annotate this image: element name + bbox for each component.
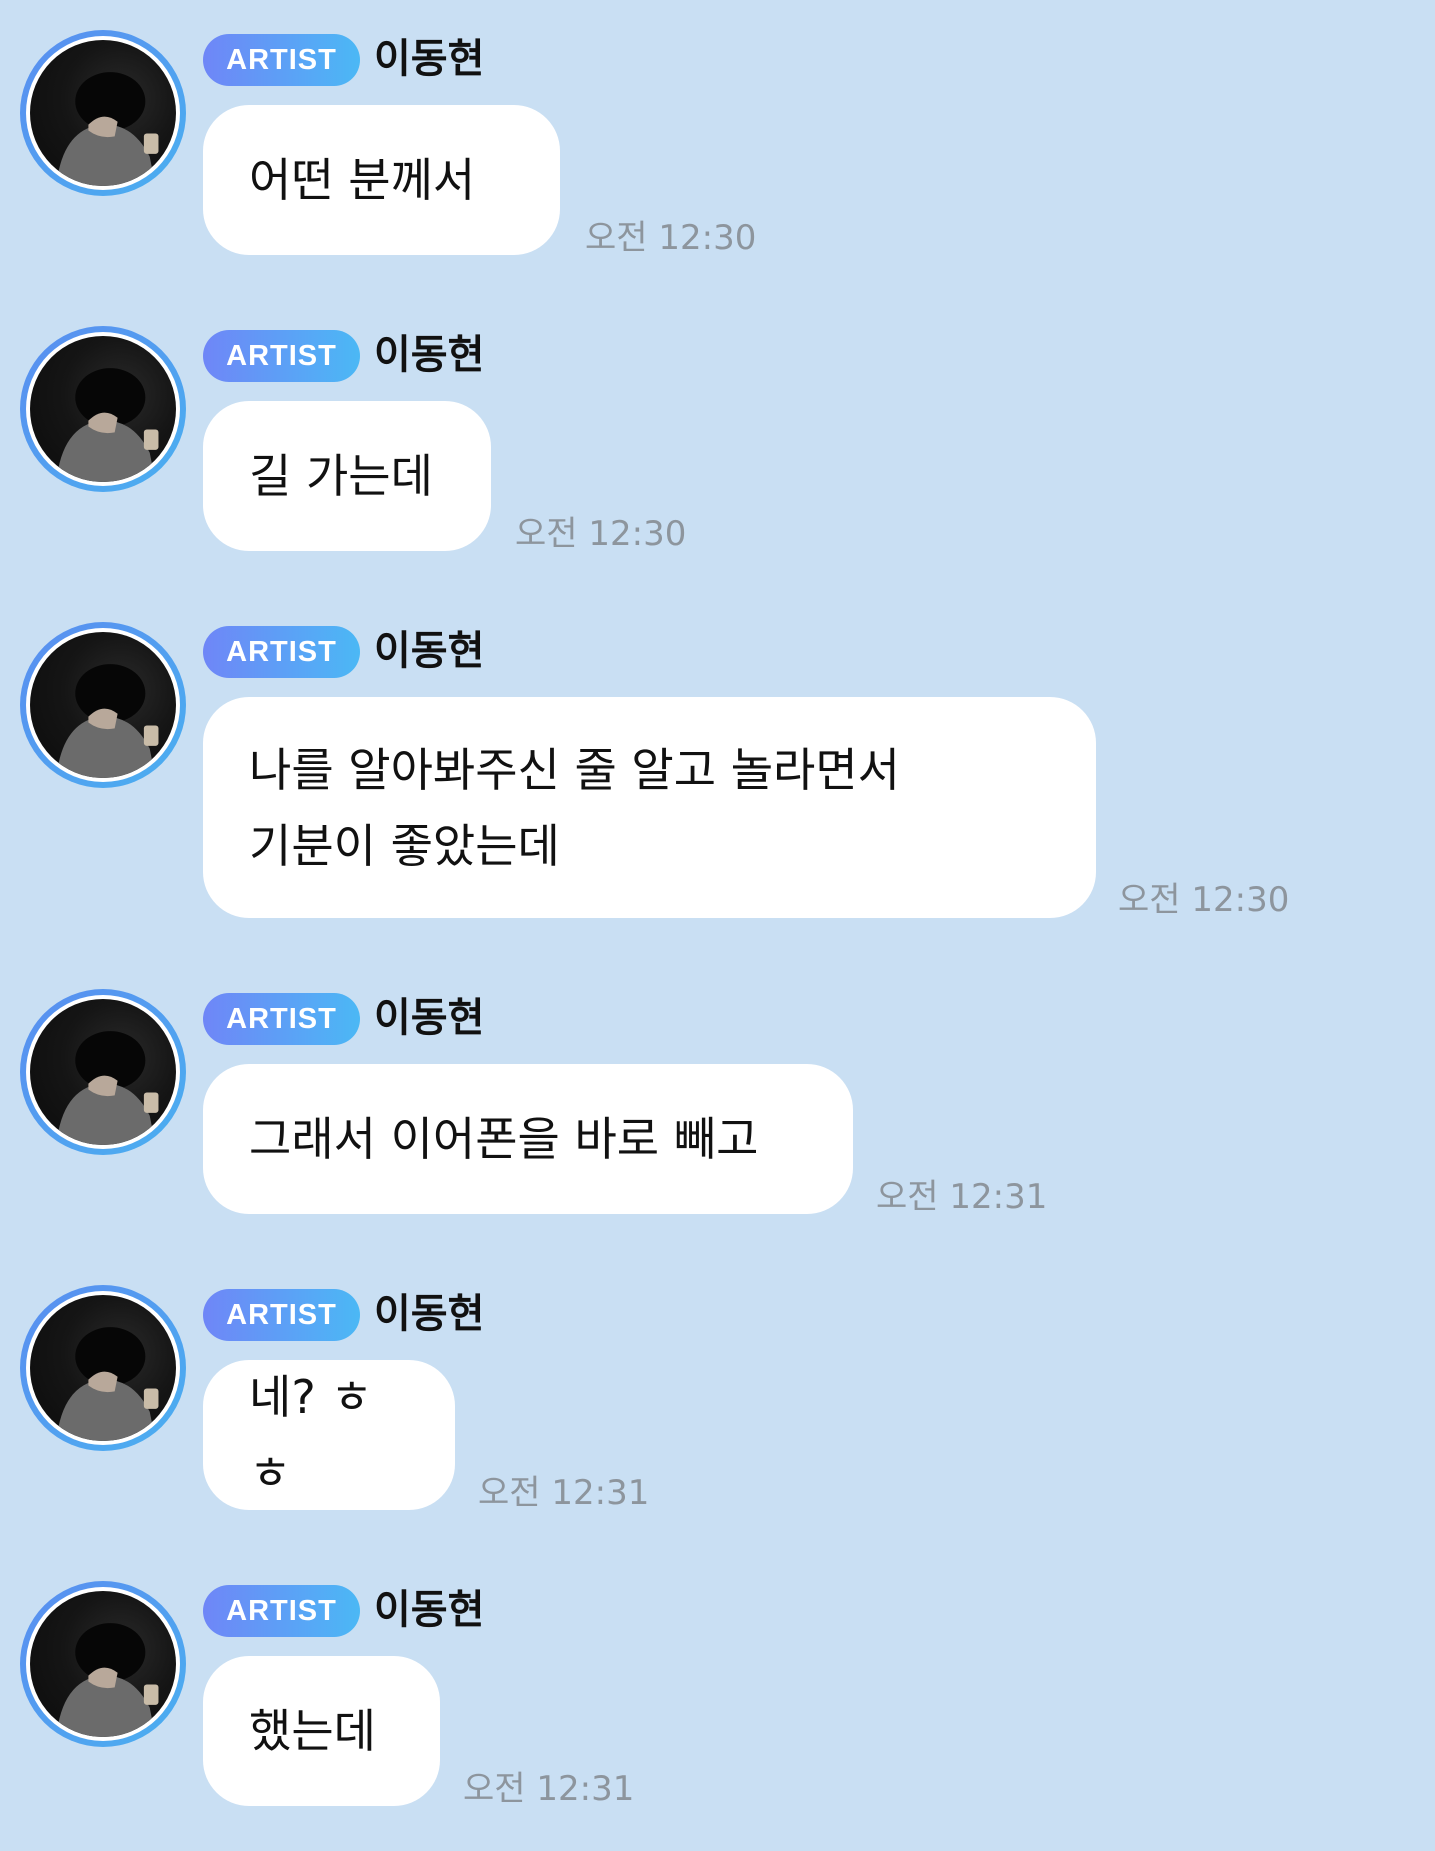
message-text: 어떤 분께서 [249,153,476,207]
message-text: 했는데 [249,1704,376,1758]
message-bubble: 네? ㅎㅎ [203,1360,455,1510]
message-timestamp: 오전 12:30 [515,514,687,554]
message-bubble: 그래서 이어폰을 바로 빼고 [203,1064,853,1214]
artist-avatar[interactable] [20,30,186,196]
sender-name: 이동현 [374,1291,485,1337]
message-bubble: 나를 알아봐주신 줄 알고 놀라면서 기분이 좋았는데 [203,697,1096,918]
artist-badge: ARTIST [203,330,360,382]
artist-badge: ARTIST [203,34,360,86]
message-timestamp: 오전 12:30 [585,218,757,258]
message-bubble: 길 가는데 [203,401,491,551]
artist-avatar[interactable] [20,1285,186,1451]
message-timestamp: 오전 12:30 [1118,880,1290,920]
avatar-photo [56,1327,159,1441]
message-bubble: 어떤 분께서 [203,105,560,255]
avatar-photo [56,368,159,482]
artist-badge: ARTIST [203,1585,360,1637]
message-timestamp: 오전 12:31 [478,1473,650,1513]
artist-avatar[interactable] [20,1581,186,1747]
message-text: 네? ㅎㅎ [249,1370,373,1500]
message-timestamp: 오전 12:31 [876,1177,1048,1217]
avatar-photo [56,664,159,778]
artist-badge: ARTIST [203,626,360,678]
sender-name: 이동현 [374,36,485,82]
artist-avatar[interactable] [20,622,186,788]
sender-name: 이동현 [374,332,485,378]
message-text: 그래서 이어폰을 바로 빼고 [249,1112,759,1166]
avatar-photo [56,72,159,186]
sender-name: 이동현 [374,628,485,674]
artist-badge: ARTIST [203,1289,360,1341]
message-text: 나를 알아봐주신 줄 알고 놀라면서 기분이 좋았는데 [249,742,900,873]
avatar-photo [56,1623,159,1737]
message-timestamp: 오전 12:31 [463,1769,635,1809]
artist-avatar[interactable] [20,989,186,1155]
sender-name: 이동현 [374,1587,485,1633]
artist-badge: ARTIST [203,993,360,1045]
artist-avatar[interactable] [20,326,186,492]
sender-name: 이동현 [374,995,485,1041]
avatar-photo [56,1031,159,1145]
message-text: 길 가는데 [249,449,433,503]
message-bubble: 했는데 [203,1656,440,1806]
